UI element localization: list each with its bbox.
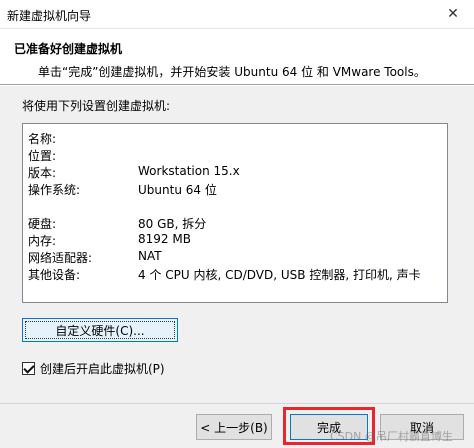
power-on-label: 创建后开启此虚拟机(P) [40, 361, 165, 376]
finish-button[interactable]: 完成 [290, 414, 368, 440]
power-on-option[interactable]: 创建后开启此虚拟机(P) [22, 360, 165, 376]
settings-summary: 名称: 位置: 版本: Workstation 15.x 操作系统: Ubunt… [22, 123, 448, 303]
header-title: 已准备好创建虚拟机 [14, 42, 123, 56]
cancel-button[interactable]: 取消 [380, 414, 464, 440]
window-title: 新建虚拟机向导 [7, 9, 92, 23]
back-button[interactable]: < 上一步(B) [196, 414, 272, 440]
close-icon[interactable]: ✕ [432, 0, 474, 28]
header-subtitle: 单击“完成”创建虚拟机，并开始安装 Ubuntu 64 位 和 VMware T… [38, 65, 426, 79]
settings-prompt: 将使用下列设置创建虚拟机: [22, 99, 171, 113]
title-bar: 新建虚拟机向导 ✕ [0, 0, 474, 29]
wizard-header: 已准备好创建虚拟机 单击“完成”创建虚拟机，并开始安装 Ubuntu 64 位 … [0, 29, 474, 84]
footer-divider [0, 403, 474, 404]
customize-hardware-button[interactable]: 自定义硬件(C)... [22, 318, 178, 342]
power-on-checkbox[interactable] [22, 361, 35, 375]
